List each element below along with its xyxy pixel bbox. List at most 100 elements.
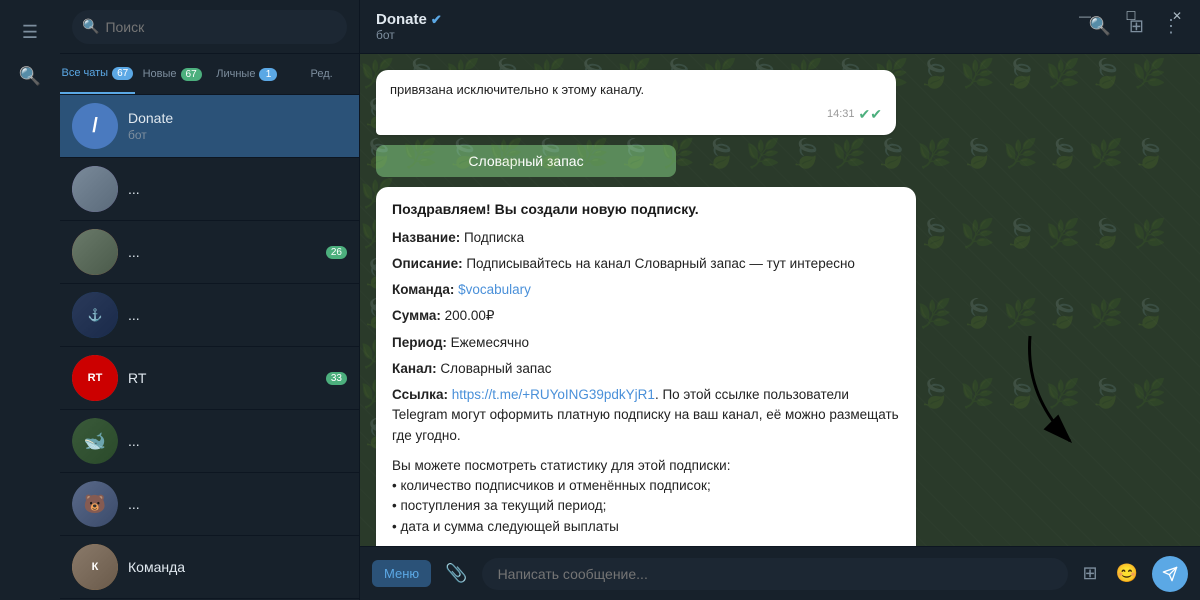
list-item[interactable]: К Команда — [60, 536, 359, 599]
stats-header: Вы можете посмотреть статистику для этой… — [392, 456, 900, 476]
unread-badge: 26 — [326, 246, 347, 259]
tab-new[interactable]: Новые 67 — [135, 54, 210, 94]
chat-items: / Donate бот ... ... 26 — [60, 95, 359, 600]
subscription-link[interactable]: https://t.me/+RUYoING39pdkYjR1 — [452, 387, 655, 402]
avatar: / — [72, 103, 118, 149]
search-icon: 🔍 — [19, 66, 41, 87]
chat-name: ... — [128, 181, 347, 197]
chat-name: ... — [128, 496, 347, 512]
message-text: привязана исключительно к этому каналу. — [390, 82, 644, 97]
chat-info: RT — [128, 370, 316, 386]
tab-edit-label: Ред. — [311, 68, 333, 80]
list-item[interactable]: 🐻 ... — [60, 473, 359, 536]
section-header-button[interactable]: Словарный запас — [376, 145, 676, 177]
tab-new-label: Новые — [143, 68, 177, 80]
chat-info: ... — [128, 496, 347, 512]
chat-name: RT — [128, 370, 316, 386]
chat-header-status: бот — [376, 28, 1074, 42]
tab-new-badge: 67 — [181, 68, 202, 81]
chat-tabs: Все чаты 67 Новые 67 Личные 1 Ред. — [60, 54, 359, 95]
maximize-button[interactable]: ☐ — [1108, 0, 1154, 32]
close-button[interactable]: ✕ — [1154, 0, 1200, 32]
message-greeting: Поздравляем! Вы создали новую подписку. — [392, 199, 900, 220]
unread-badge: 33 — [326, 372, 347, 385]
message-input[interactable] — [482, 558, 1069, 590]
chat-header-info: Donate ✔ бот — [376, 11, 1074, 42]
read-icon: ✔✔ — [859, 104, 882, 125]
search-icon: 🔍 — [82, 18, 99, 35]
message-time: 14:31 — [827, 106, 855, 123]
section-header-text: Словарный запас — [468, 153, 583, 169]
field-amount: Сумма: 200.00₽ — [392, 306, 900, 326]
subscription-message-bubble: Поздравляем! Вы создали новую подписку. … — [376, 187, 916, 547]
stats-item-2: • поступления за текущий период; — [392, 496, 900, 516]
avatar: ⚓ — [72, 292, 118, 338]
chat-name: Donate — [128, 110, 347, 126]
avatar: RT — [72, 355, 118, 401]
hamburger-menu-button[interactable]: ☰ — [5, 10, 55, 54]
list-item[interactable]: ... 26 — [60, 221, 359, 284]
emoji-button[interactable]: 😊 — [1112, 559, 1142, 588]
menu-button[interactable]: Меню — [372, 560, 431, 587]
chat-list-header: 🔍 — [60, 0, 359, 54]
search-button[interactable]: 🔍 — [5, 54, 55, 98]
chat-messages-area: 🌿🍃🌿🍃🌿🍃🌿🍃🌿🍃🌿🍃🌿🍃🌿🍃🌿🍃🌿🍃 🍃🌿🍃🌿🍃🌿🍃🌿🍃🌿🍃🌿🍃🌿🍃🌿🍃🌿🍃… — [360, 54, 1200, 546]
chat-preview: бот — [128, 128, 347, 142]
command-link[interactable]: $vocabulary — [458, 282, 531, 297]
chat-meta: 26 — [326, 246, 347, 259]
verified-icon: ✔ — [431, 12, 442, 28]
list-item[interactable]: ... — [60, 158, 359, 221]
chat-info: Donate бот — [128, 110, 347, 142]
chat-info: ... — [128, 433, 347, 449]
list-item[interactable]: / Donate бот — [60, 95, 359, 158]
chat-info: ... — [128, 244, 316, 260]
chat-name: ... — [128, 433, 347, 449]
avatar: 🐋 — [72, 418, 118, 464]
minimize-button[interactable]: — — [1062, 0, 1108, 32]
list-item[interactable]: ⚓ ... — [60, 284, 359, 347]
send-icon — [1162, 566, 1178, 582]
field-channel: Канал: Словарный запас — [392, 359, 900, 379]
chat-name: ... — [128, 307, 347, 323]
tab-personal[interactable]: Личные 1 — [210, 54, 285, 94]
chat-name: ... — [128, 244, 316, 260]
list-item[interactable]: 🐋 ... — [60, 410, 359, 473]
field-link: Ссылка: https://t.me/+RUYoING39pdkYjR1. … — [392, 385, 900, 446]
chat-name: Команда — [128, 559, 347, 575]
tab-personal-label: Личные — [216, 68, 255, 80]
avatar — [72, 229, 118, 275]
tab-edit[interactable]: Ред. — [284, 54, 359, 94]
tab-all-label: Все чаты — [62, 67, 109, 79]
avatar: 🐻 — [72, 481, 118, 527]
grid-icon[interactable]: ⊞ — [1078, 559, 1101, 588]
tab-personal-badge: 1 — [259, 68, 277, 81]
sidebar-icons: ☰ 🔍 — [0, 0, 60, 600]
tab-all-badge: 67 — [112, 67, 133, 80]
message-bubble: привязана исключительно к этому каналу. … — [376, 70, 896, 135]
chat-info: ... — [128, 307, 347, 323]
chat-header-name: Donate ✔ — [376, 11, 1074, 28]
search-wrap[interactable]: 🔍 — [72, 10, 347, 44]
list-item[interactable]: RT RT 33 — [60, 347, 359, 410]
attach-button[interactable]: 📎 — [441, 559, 471, 588]
stats-section: Вы можете посмотреть статистику для этой… — [392, 456, 900, 537]
stats-item-1: • количество подписчиков и отменённых по… — [392, 476, 900, 496]
section-header-wrap: Словарный запас — [376, 145, 1184, 177]
avatar — [72, 166, 118, 212]
avatar: К — [72, 544, 118, 590]
window-controls: — ☐ ✕ — [1062, 0, 1200, 32]
chat-meta: 33 — [326, 372, 347, 385]
stats-item-3: • дата и сумма следующей выплаты — [392, 517, 900, 537]
field-command: Команда: $vocabulary — [392, 280, 900, 300]
chat-info: ... — [128, 181, 347, 197]
chat-list: 🔍 Все чаты 67 Новые 67 Личные 1 Ред. / D… — [60, 0, 360, 600]
send-button[interactable] — [1152, 556, 1188, 592]
menu-icon: ☰ — [22, 22, 38, 43]
field-name: Название: Подписка — [392, 228, 900, 248]
search-input[interactable] — [105, 19, 337, 35]
tab-all-chats[interactable]: Все чаты 67 — [60, 54, 135, 94]
field-description: Описание: Подписывайтесь на канал Словар… — [392, 254, 900, 274]
chat-info: Команда — [128, 559, 347, 575]
chat-input-area: Меню 📎 ⊞ 😊 — [360, 546, 1200, 600]
arrow-annotation — [1010, 326, 1100, 456]
